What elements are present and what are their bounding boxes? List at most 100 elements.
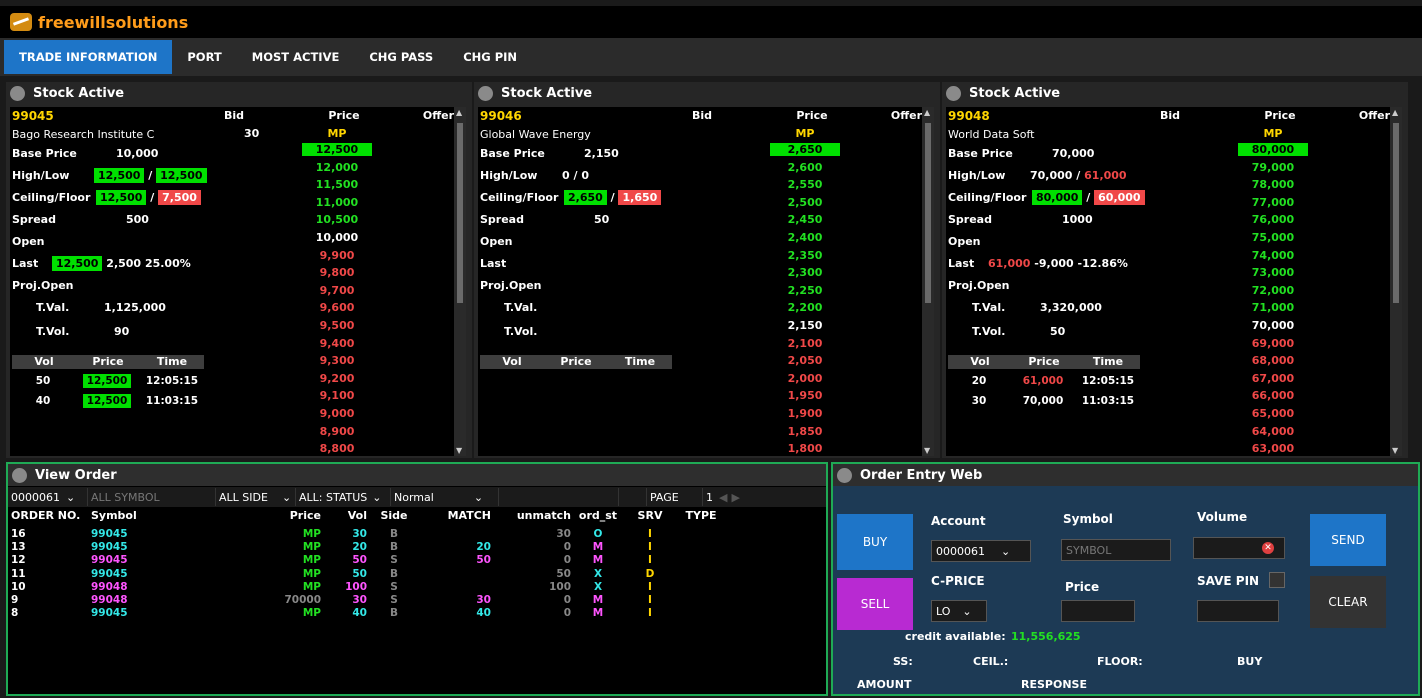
ladder-price[interactable]: 9,800 — [302, 266, 372, 279]
ladder-price[interactable]: 9,300 — [302, 354, 372, 367]
buy-button[interactable]: BUY — [837, 514, 913, 570]
ladder-price[interactable]: 2,550 — [770, 178, 840, 191]
ladder-price[interactable]: 8,800 — [302, 442, 372, 455]
order-col-header[interactable]: ord_st — [574, 509, 622, 527]
order-row[interactable]: 8 99045 MP 40 B 40 0 M I — [8, 607, 826, 620]
price-input[interactable] — [1061, 600, 1135, 622]
order-col-header[interactable]: unmatch — [494, 509, 574, 527]
scroll-up-icon[interactable]: ▲ — [924, 108, 930, 117]
ladder-price[interactable]: 68,000 — [1238, 354, 1308, 367]
ladder-price[interactable]: 2,000 — [770, 372, 840, 385]
order-col-header[interactable]: Price — [208, 509, 324, 527]
ladder-price[interactable]: 9,500 — [302, 319, 372, 332]
stock-symbol[interactable]: 99045 — [12, 109, 54, 123]
ladder-scrollbar[interactable]: ▲ ▼ — [922, 107, 934, 456]
order-row[interactable]: 10 99048 MP 100 S 100 X I — [8, 581, 826, 594]
ladder-price[interactable]: 2,600 — [770, 161, 840, 174]
scroll-down-icon[interactable]: ▼ — [1392, 446, 1398, 455]
ladder-price[interactable]: 2,450 — [770, 213, 840, 226]
ladder-price[interactable]: 11,500 — [302, 178, 372, 191]
order-col-header[interactable]: TYPE — [678, 509, 724, 527]
stock-symbol[interactable]: 99048 — [948, 109, 990, 123]
ladder-price[interactable]: 1,900 — [770, 407, 840, 420]
symbol-input[interactable]: SYMBOL — [1061, 539, 1171, 561]
tab-port[interactable]: PORT — [172, 40, 236, 74]
order-row[interactable]: 13 99045 MP 20 B 20 0 M I — [8, 541, 826, 554]
ladder-price[interactable]: 2,100 — [770, 337, 840, 350]
scroll-up-icon[interactable]: ▲ — [456, 108, 462, 117]
ladder-price[interactable]: 2,200 — [770, 301, 840, 314]
ladder-price[interactable]: 2,250 — [770, 284, 840, 297]
ladder-price[interactable]: 73,000 — [1238, 266, 1308, 279]
ladder-price[interactable]: 11,000 — [302, 196, 372, 209]
ladder-price[interactable]: 1,800 — [770, 442, 840, 455]
ladder-scrollbar[interactable]: ▲ ▼ — [454, 107, 466, 456]
scroll-thumb[interactable] — [457, 123, 463, 303]
ladder-price[interactable]: 74,000 — [1238, 249, 1308, 262]
side-select[interactable]: ALL SIDE ⌄ — [216, 488, 296, 506]
order-row[interactable]: 9 99048 70000 30 S 30 0 M I — [8, 594, 826, 607]
ladder-price[interactable]: 9,100 — [302, 389, 372, 402]
pin-input[interactable] — [1197, 600, 1279, 622]
ladder-price[interactable]: 75,000 — [1238, 231, 1308, 244]
scroll-down-icon[interactable]: ▼ — [924, 446, 930, 455]
order-row[interactable]: 12 99045 MP 50 S 50 0 M I — [8, 554, 826, 567]
clear-button[interactable]: CLEAR — [1310, 576, 1386, 628]
ladder-price[interactable]: 2,650 — [770, 143, 840, 156]
ladder-price[interactable]: 1,950 — [770, 389, 840, 402]
order-search-input[interactable] — [499, 488, 619, 506]
ladder-price[interactable]: 2,050 — [770, 354, 840, 367]
account-select[interactable]: 0000061 ⌄ — [931, 540, 1031, 562]
ladder-price[interactable]: 78,000 — [1238, 178, 1308, 191]
ladder-price[interactable]: 1,850 — [770, 425, 840, 438]
account-select[interactable]: 0000061 ⌄ — [8, 488, 88, 506]
scroll-thumb[interactable] — [1393, 123, 1399, 303]
tab-chg-pass[interactable]: CHG PASS — [354, 40, 448, 74]
mode-select[interactable]: Normal ⌄ — [391, 488, 499, 506]
ladder-price[interactable]: 2,300 — [770, 266, 840, 279]
ladder-price[interactable]: 9,400 — [302, 337, 372, 350]
sell-button[interactable]: SELL — [837, 578, 913, 630]
ladder-scrollbar[interactable]: ▲ ▼ — [1390, 107, 1402, 456]
order-col-header[interactable]: Vol — [324, 509, 370, 527]
ladder-price[interactable]: 9,200 — [302, 372, 372, 385]
tab-most-active[interactable]: MOST ACTIVE — [237, 40, 355, 74]
prev-page-icon[interactable]: ◀ — [719, 491, 727, 504]
ladder-price[interactable]: 10,500 — [302, 213, 372, 226]
next-page-icon[interactable]: ▶ — [731, 491, 739, 504]
ladder-price[interactable]: 80,000 — [1238, 143, 1308, 156]
tab-chg-pin[interactable]: CHG PIN — [448, 40, 532, 74]
ladder-price[interactable]: 79,000 — [1238, 161, 1308, 174]
ladder-price[interactable]: 64,000 — [1238, 425, 1308, 438]
volume-input[interactable]: ✕ — [1193, 537, 1285, 559]
scroll-down-icon[interactable]: ▼ — [456, 446, 462, 455]
ladder-price[interactable]: 9,900 — [302, 249, 372, 262]
ladder-price[interactable]: 72,000 — [1238, 284, 1308, 297]
order-row[interactable]: 16 99045 MP 30 B 30 O I — [8, 528, 826, 541]
ladder-price[interactable]: 77,000 — [1238, 196, 1308, 209]
order-col-header[interactable]: Symbol — [88, 509, 208, 527]
ladder-price[interactable]: 69,000 — [1238, 337, 1308, 350]
ladder-price[interactable]: 9,000 — [302, 407, 372, 420]
ladder-price[interactable]: 2,150 — [770, 319, 840, 332]
ladder-price[interactable]: 65,000 — [1238, 407, 1308, 420]
tab-trade-information[interactable]: TRADE INFORMATION — [4, 40, 173, 74]
ladder-price[interactable]: 9,700 — [302, 284, 372, 297]
ladder-price[interactable]: 66,000 — [1238, 389, 1308, 402]
order-col-header[interactable]: SRV — [622, 509, 678, 527]
order-row[interactable]: 11 99045 MP 50 B 50 X D — [8, 568, 826, 581]
ladder-price[interactable]: 76,000 — [1238, 213, 1308, 226]
stock-symbol[interactable]: 99046 — [480, 109, 522, 123]
ladder-price[interactable]: 8,900 — [302, 425, 372, 438]
ladder-price[interactable]: 2,400 — [770, 231, 840, 244]
scroll-up-icon[interactable]: ▲ — [1392, 108, 1398, 117]
ladder-price[interactable]: 71,000 — [1238, 301, 1308, 314]
ladder-price[interactable]: 70,000 — [1238, 319, 1308, 332]
save-pin-checkbox[interactable] — [1269, 572, 1285, 588]
ladder-price[interactable]: 10,000 — [302, 231, 372, 244]
symbol-filter-input[interactable]: ALL SYMBOL — [88, 488, 216, 506]
status-select[interactable]: ALL: STATUS ⌄ — [296, 488, 391, 506]
ladder-price[interactable]: 9,600 — [302, 301, 372, 314]
order-col-header[interactable]: MATCH — [418, 509, 494, 527]
order-col-header[interactable]: ORDER NO. — [8, 509, 88, 527]
